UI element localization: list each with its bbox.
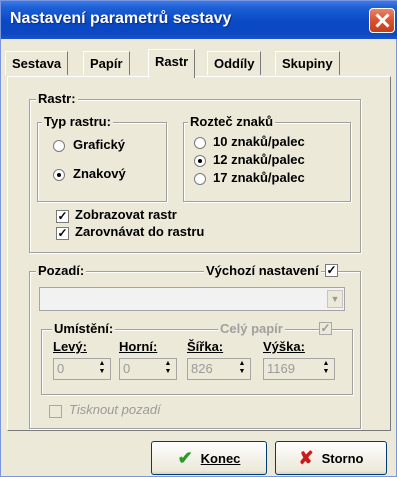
title-bar[interactable]: Nastavení parametrů sestavy bbox=[1, 1, 397, 39]
width-spinner-value: 826 bbox=[191, 361, 213, 376]
cross-icon: ✘ bbox=[298, 447, 314, 468]
close-icon[interactable] bbox=[369, 8, 395, 33]
tab-sestava[interactable]: Sestava bbox=[5, 51, 69, 75]
tab-skupiny[interactable]: Skupiny bbox=[275, 51, 340, 75]
radio-znakovy-label: Znakový bbox=[73, 166, 126, 181]
window-title: Nastavení parametrů sestavy bbox=[10, 10, 232, 27]
default-settings-label: Výchozí nastavení bbox=[204, 263, 321, 278]
cancel-button-label: Storno bbox=[321, 450, 364, 466]
print-background-checkbox[interactable] bbox=[49, 405, 62, 418]
align-raster-label: Zarovnávat do rastru bbox=[75, 224, 205, 239]
width-field-label: Šířka: bbox=[187, 339, 224, 354]
align-raster-checkbox[interactable]: ✓ bbox=[56, 227, 69, 240]
width-spinner[interactable]: 826 ▲ ▼ bbox=[187, 358, 251, 380]
tab-papir[interactable]: Papír bbox=[83, 51, 130, 75]
background-combo[interactable]: ▼ bbox=[39, 287, 345, 311]
tab-oddily[interactable]: Oddíly bbox=[207, 51, 262, 75]
tab-rastr[interactable]: Rastr bbox=[148, 49, 196, 78]
char-spacing-title: Rozteč znaků bbox=[188, 114, 276, 129]
radio-17-cpi-label: 17 znaků/palec bbox=[213, 170, 305, 185]
radio-12-cpi[interactable] bbox=[194, 155, 206, 167]
raster-group-title: Rastr: bbox=[36, 91, 78, 106]
cancel-button[interactable]: ✘ Storno bbox=[275, 441, 387, 475]
default-settings-checkbox[interactable]: ✓ bbox=[325, 264, 338, 277]
top-spinner-value: 0 bbox=[123, 361, 131, 376]
spinner-arrows-icon[interactable]: ▲ ▼ bbox=[319, 360, 333, 378]
ok-button[interactable]: ✔ Konec bbox=[151, 441, 267, 475]
radio-graficky-label: Grafický bbox=[73, 137, 126, 152]
full-paper-label: Celý papír bbox=[218, 321, 285, 336]
raster-type-title: Typ rastru: bbox=[42, 114, 113, 129]
left-spinner[interactable]: 0 ▲ ▼ bbox=[53, 358, 111, 380]
show-raster-checkbox[interactable]: ✓ bbox=[56, 210, 69, 223]
placement-title: Umístění: bbox=[52, 321, 116, 336]
chevron-down-icon[interactable]: ▼ bbox=[327, 290, 343, 308]
full-paper-checkbox[interactable]: ✓ bbox=[319, 322, 332, 335]
tab-strip: Sestava Papír Rastr Oddíly Skupiny bbox=[5, 49, 393, 78]
print-background-label: Tisknout pozadí bbox=[69, 402, 161, 417]
checkmark-icon: ✔ bbox=[177, 447, 193, 468]
height-spinner-value: 1169 bbox=[267, 361, 295, 376]
ok-button-label: Konec bbox=[200, 450, 241, 466]
dialog-window: Nastavení parametrů sestavy Sestava Papí… bbox=[0, 0, 397, 477]
radio-10-cpi[interactable] bbox=[194, 137, 206, 149]
spinner-arrows-icon[interactable]: ▲ ▼ bbox=[161, 360, 175, 378]
left-spinner-value: 0 bbox=[57, 361, 65, 376]
left-field-label: Levý: bbox=[53, 339, 87, 354]
background-group-title: Pozadí: bbox=[36, 263, 87, 278]
spinner-arrows-icon[interactable]: ▲ ▼ bbox=[95, 360, 109, 378]
radio-graficky[interactable] bbox=[53, 140, 65, 152]
top-field-label: Horní: bbox=[119, 339, 158, 354]
height-spinner[interactable]: 1169 ▲ ▼ bbox=[263, 358, 335, 380]
radio-12-cpi-label: 12 znaků/palec bbox=[213, 152, 305, 167]
radio-znakovy[interactable] bbox=[53, 169, 65, 181]
show-raster-label: Zobrazovat rastr bbox=[75, 207, 177, 222]
radio-17-cpi[interactable] bbox=[194, 173, 206, 185]
top-spinner[interactable]: 0 ▲ ▼ bbox=[119, 358, 177, 380]
radio-10-cpi-label: 10 znaků/palec bbox=[213, 134, 305, 149]
raster-type-group: Typ rastru: bbox=[37, 114, 167, 202]
spinner-arrows-icon[interactable]: ▲ ▼ bbox=[235, 360, 249, 378]
height-field-label: Výška: bbox=[263, 339, 305, 354]
